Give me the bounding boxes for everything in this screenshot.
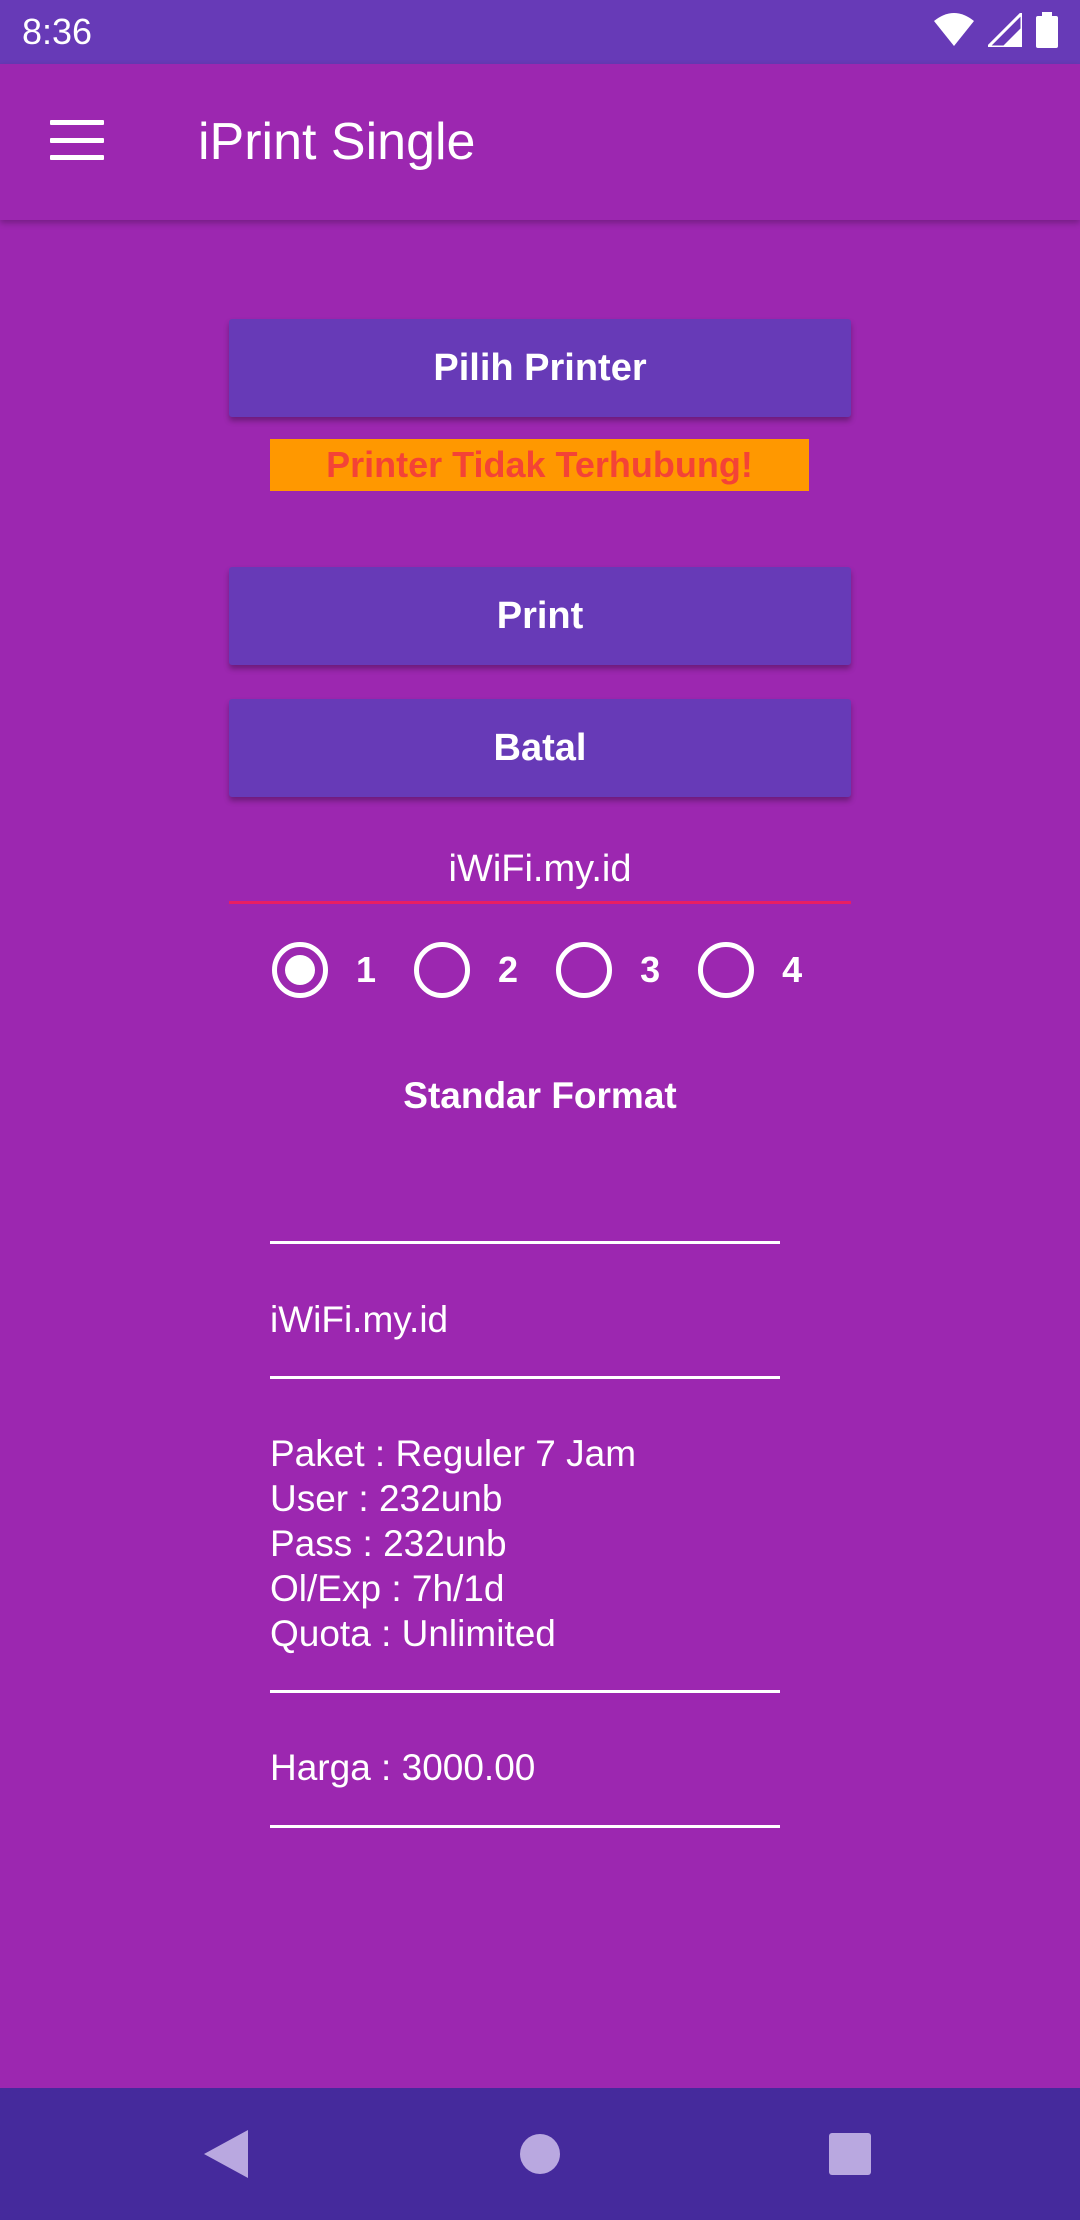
radio-label: 3 xyxy=(640,949,661,990)
receipt-divider xyxy=(270,1825,780,1828)
radio-label: 4 xyxy=(782,949,803,990)
copies-radio-group: 1 2 3 4 xyxy=(272,940,840,1000)
system-nav-bar xyxy=(0,2088,1080,2220)
receipt-line-user: User : 232unb xyxy=(270,1478,503,1519)
app-bar: iPrint Single xyxy=(0,64,1080,220)
radio-selected-icon xyxy=(272,942,328,998)
radio-label: 2 xyxy=(498,949,519,990)
radio-option-4[interactable]: 4 xyxy=(698,942,802,998)
receipt-divider xyxy=(270,1376,780,1379)
recents-icon[interactable] xyxy=(829,2133,871,2180)
page-title: iPrint Single xyxy=(198,113,476,171)
wifi-icon xyxy=(934,12,974,52)
print-button[interactable]: Print xyxy=(229,567,851,665)
radio-option-3[interactable]: 3 xyxy=(556,942,660,998)
battery-icon xyxy=(1036,11,1058,53)
ssid-input[interactable] xyxy=(229,838,851,904)
home-icon[interactable] xyxy=(519,2133,561,2180)
receipt-line-package: Paket : Reguler 7 Jam xyxy=(270,1433,637,1474)
receipt-price: Harga : 3000.00 xyxy=(270,1747,536,1788)
status-icons xyxy=(934,8,1058,53)
receipt-line-expiry: Ol/Exp : 7h/1d xyxy=(270,1568,505,1609)
radio-unselected-icon xyxy=(698,942,755,998)
radio-label: 1 xyxy=(356,949,377,990)
cancel-button[interactable]: Batal xyxy=(229,699,851,797)
format-title: Standar Format xyxy=(403,1075,677,1116)
printer-status-label: Printer Tidak Terhubung! xyxy=(270,439,809,491)
radio-unselected-icon xyxy=(556,942,613,998)
signal-icon xyxy=(984,8,1024,52)
status-time: 8:36 xyxy=(22,11,93,52)
radio-unselected-icon xyxy=(414,942,471,998)
receipt-line-quota: Quota : Unlimited xyxy=(270,1613,556,1654)
back-icon[interactable] xyxy=(204,2130,248,2183)
receipt-divider xyxy=(270,1241,780,1244)
receipt-divider xyxy=(270,1690,780,1693)
receipt-header: iWiFi.my.id xyxy=(270,1299,449,1340)
receipt-line-pass: Pass : 232unb xyxy=(270,1523,507,1564)
status-bar: 8:36 xyxy=(0,0,1080,64)
menu-icon[interactable] xyxy=(50,120,104,160)
radio-option-2[interactable]: 2 xyxy=(414,942,518,998)
radio-option-1[interactable]: 1 xyxy=(272,942,376,998)
pick-printer-button[interactable]: Pilih Printer xyxy=(229,319,851,417)
